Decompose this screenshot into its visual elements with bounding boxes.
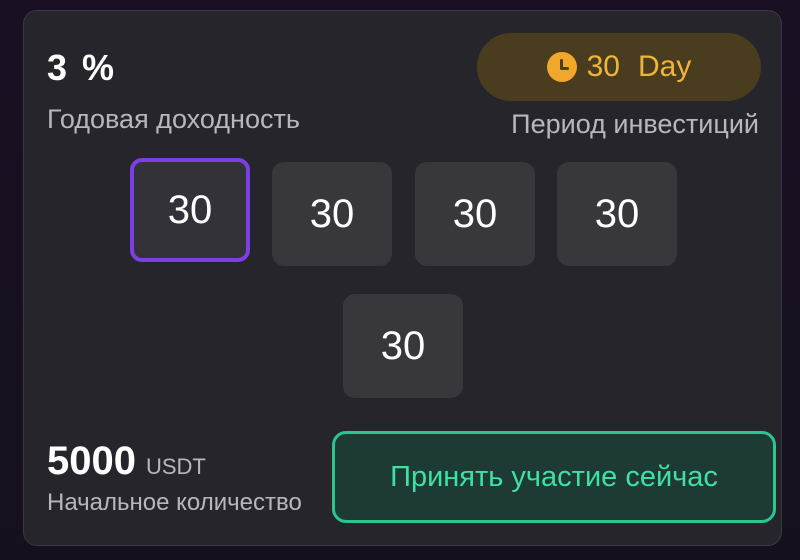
period-value: 30: [586, 50, 620, 83]
amount-label: Начальное количество: [47, 489, 302, 516]
rate-label: Годовая доходность: [47, 104, 300, 134]
initial-amount: 5000 USDT: [47, 439, 206, 484]
period-unit: Day: [638, 50, 692, 83]
amount-unit: USDT: [145, 454, 206, 479]
rate-unit: %: [82, 47, 116, 88]
period-option[interactable]: 30: [343, 294, 463, 398]
period-option[interactable]: 30: [415, 162, 535, 266]
period-label: Период инвестиций: [511, 109, 759, 139]
clock-icon: [546, 52, 577, 82]
period-option[interactable]: 30: [272, 162, 392, 266]
join-now-button[interactable]: Принять участие сейчас: [332, 431, 776, 523]
period-option[interactable]: 30: [557, 162, 677, 266]
annual-rate: 3%: [47, 47, 115, 89]
rate-value: 3: [47, 47, 69, 88]
period-option[interactable]: 30: [130, 158, 250, 262]
amount-value: 5000: [47, 439, 136, 483]
investment-card: 3% Годовая доходность 30 Day Период инве…: [23, 10, 782, 546]
period-pill: 30 Day: [477, 33, 761, 101]
